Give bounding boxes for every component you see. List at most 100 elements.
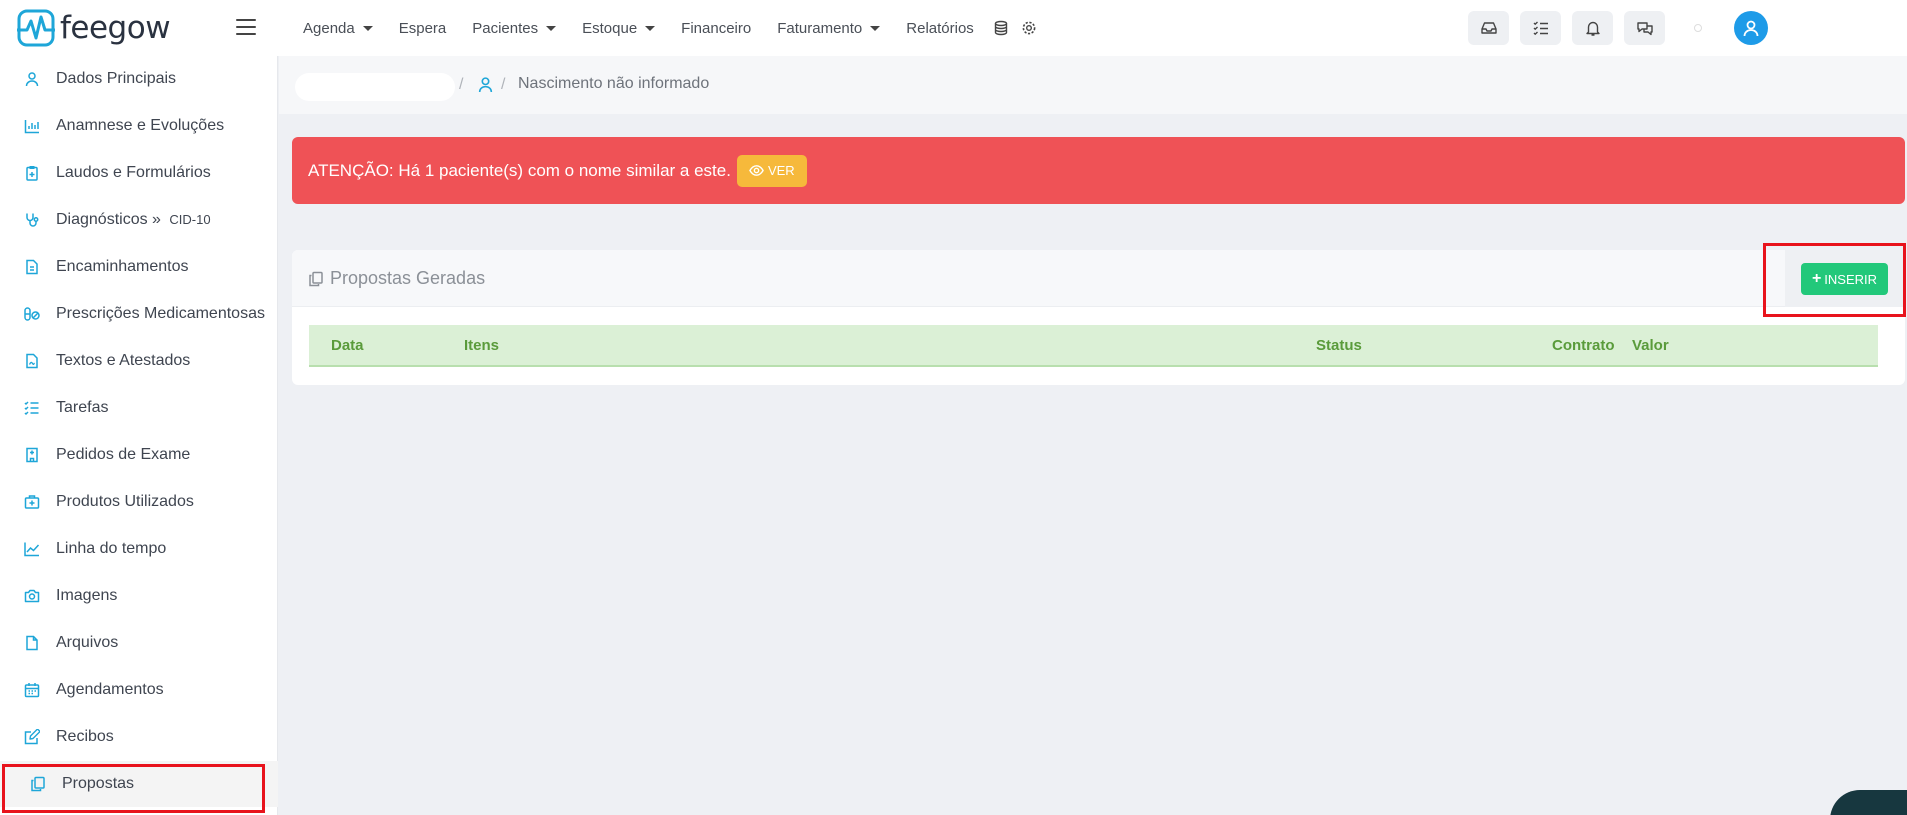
notifications-button[interactable] [1572, 11, 1613, 45]
bell-icon [1585, 21, 1600, 36]
nav-espera[interactable]: Espera [386, 20, 460, 37]
column-header-valor: Valor [1632, 337, 1669, 354]
panel-header: Propostas Geradas + INSERIR [292, 250, 1905, 307]
nav-agenda-label: Agenda [303, 19, 355, 37]
status-dot [1694, 24, 1702, 32]
sidebar-item-linha-tempo[interactable]: Linha do tempo [0, 526, 278, 572]
sidebar-item-anamnese[interactable]: Anamnese e Evoluções [0, 103, 278, 149]
nav-espera-label: Espera [398, 19, 447, 37]
sidebar-item-label: Agendamentos [56, 681, 164, 698]
ver-button[interactable]: VER [736, 154, 807, 187]
sidebar-item-dados-principais[interactable]: Dados Principais [0, 56, 278, 102]
feegow-logo[interactable]: feegow [16, 8, 171, 48]
pills-icon [24, 307, 40, 321]
hamburger-menu-icon[interactable] [236, 17, 256, 37]
sidebar-item-label: Encaminhamentos [56, 258, 189, 275]
sidebar-item-label: Prescrições Medicamentosas [56, 305, 265, 322]
calendar-icon [24, 683, 40, 698]
sidebar-item-label: Pedidos de Exame [56, 446, 191, 463]
caret-down-icon [645, 25, 656, 31]
medkit-icon [24, 495, 40, 509]
nav-estoque[interactable]: Estoque [569, 20, 668, 37]
alert-text: ATENÇÃO: Há 1 paciente(s) com o nome sim… [308, 160, 731, 180]
ver-button-label: VER [767, 163, 795, 178]
column-header-itens: Itens [464, 337, 500, 354]
database-icon[interactable] [993, 20, 1009, 36]
user-icon [478, 77, 493, 93]
breadcrumb: / / Nascimento não informado [279, 56, 1907, 114]
sidebar-item-encaminhamentos[interactable]: Encaminhamentos [0, 244, 278, 290]
sidebar-item-produtos[interactable]: Produtos Utilizados [0, 479, 278, 525]
sidebar-item-label: Arquivos [56, 634, 119, 651]
chat-widget-button[interactable] [1830, 790, 1907, 815]
sidebar-item-label: Laudos e Formulários [56, 164, 211, 181]
caret-down-icon [870, 25, 881, 31]
sidebar-item-imagens[interactable]: Imagens [0, 573, 278, 619]
sidebar-item-label: Textos e Atestados [56, 352, 191, 369]
main-nav: Agenda Espera Pacientes Estoque Financei… [290, 0, 1043, 56]
caret-down-icon [546, 25, 557, 31]
propostas-highlight-box [2, 764, 265, 813]
gear-icon[interactable] [1021, 20, 1037, 36]
stethoscope-icon [26, 213, 39, 227]
nav-estoque-label: Estoque [582, 19, 638, 37]
chat-button[interactable] [1624, 11, 1665, 45]
nav-relatorios[interactable]: Relatórios [893, 20, 987, 37]
checklist-button[interactable] [1520, 11, 1561, 45]
nav-financeiro-label: Financeiro [681, 19, 752, 37]
nav-faturamento[interactable]: Faturamento [764, 20, 893, 37]
tasks-icon [24, 401, 39, 416]
camera-icon [24, 589, 40, 603]
sidebar-item-label: Recibos [56, 728, 114, 745]
breadcrumb-separator: / [459, 76, 464, 93]
sidebar-item-label: Produtos Utilizados [56, 493, 194, 510]
chart-bar-icon [24, 120, 39, 134]
edit-icon [24, 729, 40, 745]
logo-text: feegow [60, 10, 171, 46]
nav-financeiro[interactable]: Financeiro [668, 20, 764, 37]
column-header-status: Status [1316, 337, 1362, 354]
propostas-panel: Propostas Geradas + INSERIR Data Itens S… [292, 250, 1905, 385]
sidebar-item-label: Tarefas [56, 399, 109, 416]
inbox-icon [1480, 22, 1497, 34]
tasks-icon [1533, 21, 1548, 36]
panel-title-text: Propostas Geradas [330, 268, 486, 288]
sidebar-item-prescricoes[interactable]: Prescrições Medicamentosas [0, 291, 278, 337]
sidebar-item-arquivos[interactable]: Arquivos [0, 620, 278, 666]
user-avatar[interactable] [1734, 11, 1768, 45]
sidebar-item-laudos[interactable]: Laudos e Formulários [0, 150, 278, 196]
nav-relatorios-label: Relatórios [906, 19, 974, 37]
eye-icon [749, 165, 764, 176]
column-header-contrato: Contrato [1552, 337, 1615, 354]
sidebar-item-label: Dados Principais [56, 70, 177, 87]
sidebar-item-tarefas[interactable]: Tarefas [0, 385, 278, 431]
inbox-button[interactable] [1468, 11, 1509, 45]
table-header: Data Itens Status Contrato Valor [309, 325, 1878, 367]
inserir-highlight-box [1763, 243, 1906, 317]
nav-pacientes[interactable]: Pacientes [459, 20, 569, 37]
sidebar-item-textos[interactable]: Textos e Atestados [0, 338, 278, 384]
similar-patient-alert: ATENÇÃO: Há 1 paciente(s) com o nome sim… [292, 137, 1905, 204]
top-navbar: feegow Agenda Espera Pacientes Estoque F… [0, 0, 1907, 56]
sidebar-item-label: Linha do tempo [56, 540, 167, 557]
sidebar-item-label: Imagens [56, 587, 118, 604]
sidebar-item-agendamentos[interactable]: Agendamentos [0, 667, 278, 713]
top-actions [1468, 11, 1768, 45]
copy-icon [309, 271, 323, 286]
comments-icon [1636, 22, 1653, 36]
clipboard-icon [26, 166, 38, 181]
column-header-data: Data [331, 337, 364, 354]
panel-title: Propostas Geradas [308, 268, 485, 289]
user-icon [25, 72, 39, 87]
birth-date-status: Nascimento não informado [518, 75, 710, 92]
nav-agenda[interactable]: Agenda [290, 20, 386, 37]
sidebar-item-recibos[interactable]: Recibos [0, 714, 278, 760]
diagnosticos-label: Diagnósticos » [56, 211, 166, 228]
pulse-logo-icon [17, 9, 55, 47]
nav-faturamento-label: Faturamento [777, 19, 863, 37]
file-icon [26, 635, 38, 651]
sidebar-item-diagnosticos[interactable]: Diagnósticos » CID-10 [0, 197, 278, 243]
sidebar-item-pedidos-exame[interactable]: Pedidos de Exame [0, 432, 278, 478]
line-chart-icon [24, 542, 40, 557]
user-icon [1743, 20, 1759, 37]
